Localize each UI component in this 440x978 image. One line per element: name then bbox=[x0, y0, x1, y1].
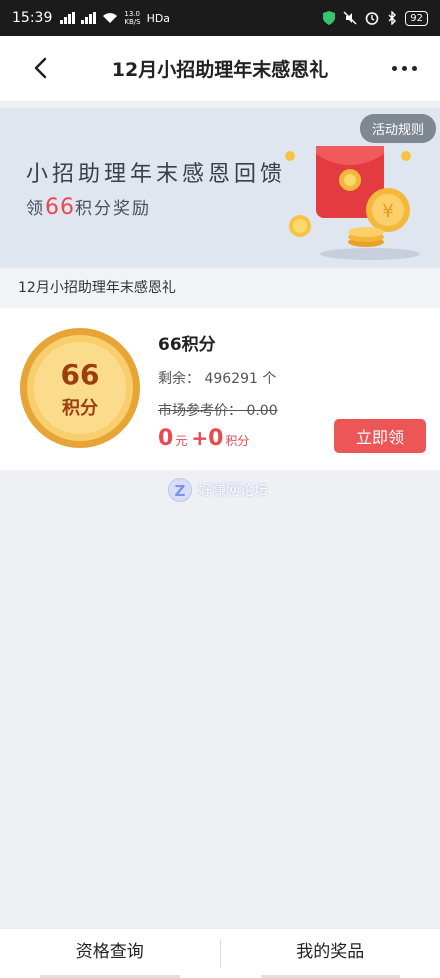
banner-title: 小招助理年末感恩回馈 bbox=[26, 162, 287, 187]
forum-watermark: Z 好赚网论坛 bbox=[168, 478, 268, 502]
hd-indicator: HDa bbox=[146, 11, 171, 25]
tab-eligibility-query[interactable]: 资格查询 bbox=[0, 929, 220, 978]
banner-subtitle: 领66积分奖励 bbox=[26, 195, 151, 220]
signal-icon bbox=[81, 12, 97, 24]
bluetooth-icon bbox=[388, 11, 397, 25]
status-bar: 15:39 13.0 KB/S HDa 92 bbox=[0, 0, 440, 36]
page-title: 12月小招助理年末感恩礼 bbox=[111, 59, 329, 81]
battery-icon: 92 bbox=[405, 10, 428, 26]
watermark-logo-icon: Z bbox=[168, 478, 192, 502]
coin-unit: 积分 bbox=[62, 398, 98, 419]
alarm-icon bbox=[365, 12, 379, 25]
wifi-icon bbox=[103, 13, 118, 23]
signal-icons: 13.0 KB/S HDa bbox=[60, 10, 170, 26]
product-name: 66积分 bbox=[158, 335, 216, 355]
product-card[interactable]: 66 积分 66积分 剩余： 496291 个 市场参考价： 0.00 0 元 … bbox=[0, 308, 440, 470]
redeem-now-button[interactable]: 立即领 bbox=[334, 419, 426, 453]
remaining-stock: 剩余： 496291 个 bbox=[158, 371, 277, 387]
back-arrow-icon[interactable] bbox=[30, 56, 54, 80]
net-speed: 13.0 KB/S bbox=[124, 10, 141, 26]
section-heading: 12月小招助理年末感恩礼 bbox=[0, 268, 440, 308]
svg-text:¥: ¥ bbox=[382, 201, 393, 222]
redeem-price: 0 元 + 0 积分 bbox=[158, 426, 250, 451]
mute-icon bbox=[343, 11, 357, 25]
promo-banner: 活动规则 小招助理年末感恩回馈 领66积分奖励 ¥ bbox=[0, 108, 440, 268]
activity-rules-button[interactable]: 活动规则 bbox=[359, 114, 436, 143]
market-price: 市场参考价： 0.00 bbox=[158, 403, 278, 419]
bottom-tab-bar: 资格查询 我的奖品 bbox=[0, 928, 440, 978]
status-time: 15:39 bbox=[12, 10, 53, 26]
signal-icon bbox=[60, 12, 76, 24]
more-icon[interactable] bbox=[392, 58, 422, 78]
tab-my-prizes[interactable]: 我的奖品 bbox=[221, 929, 440, 978]
shield-icon bbox=[323, 11, 336, 25]
points-coin-icon: 66 积分 bbox=[20, 328, 140, 448]
red-envelope-illustration: ¥ bbox=[285, 146, 420, 260]
nav-header: 12月小招助理年末感恩礼 bbox=[0, 36, 440, 102]
coin-number: 66 bbox=[60, 358, 100, 391]
